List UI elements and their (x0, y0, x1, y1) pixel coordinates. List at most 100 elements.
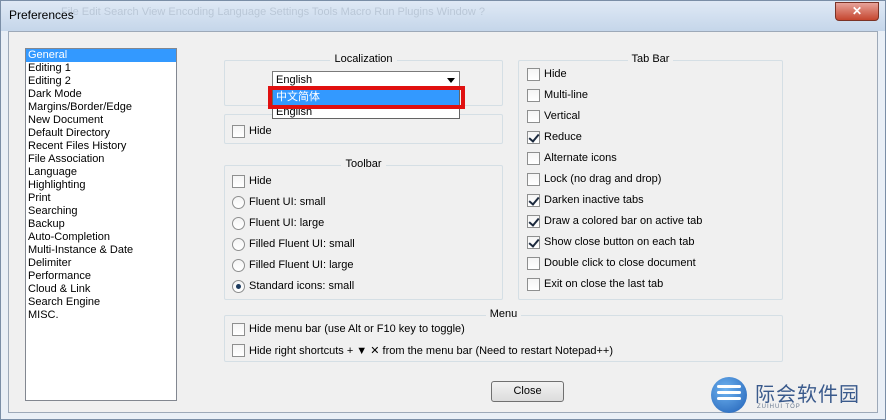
statusbar-hide-label: Hide (249, 125, 272, 137)
background-menu-ghost: File Edit Search View Encoding Language … (61, 6, 485, 18)
watermark: 际会软件园 ZUIHUI TOP (711, 377, 881, 417)
toolbar-hide-checkbox[interactable]: Hide (232, 174, 272, 188)
hide-menu-bar-checkbox[interactable]: Hide menu bar (use Alt or F10 key to tog… (232, 322, 465, 336)
category-item[interactable]: Dark Mode (26, 88, 176, 101)
toolbar-icon-radio[interactable]: Filled Fluent UI: large (232, 258, 354, 272)
tabbar-option-checkbox[interactable]: Hide (527, 67, 567, 81)
checkbox-box[interactable] (527, 151, 540, 165)
radio-button[interactable] (232, 237, 245, 251)
toolbar-title: Toolbar (341, 158, 386, 170)
checkbox-box[interactable] (527, 235, 540, 249)
category-item[interactable]: Recent Files History (26, 140, 176, 153)
category-item[interactable]: Multi-Instance & Date (26, 244, 176, 257)
toolbar-option-label: Filled Fluent UI: small (249, 238, 355, 250)
toolbar-icon-radio[interactable]: Fluent UI: small (232, 195, 325, 209)
toolbar-option-label: Standard icons: small (249, 280, 355, 292)
hide-shortcuts-label: Hide right shortcuts + ▼ ✕ from the menu… (249, 344, 614, 357)
radio-button[interactable] (232, 216, 245, 230)
hide-shortcuts-checkbox[interactable]: Hide right shortcuts + ▼ ✕ from the menu… (232, 343, 613, 357)
category-item[interactable]: Print (26, 192, 176, 205)
checkbox-box[interactable] (527, 130, 540, 144)
toolbar-option-label: Fluent UI: small (249, 196, 326, 208)
watermark-subtext: ZUIHUI TOP (757, 404, 801, 410)
toolbar-icon-radio[interactable]: Standard icons: small (232, 279, 354, 293)
checkbox-box[interactable] (232, 174, 245, 188)
tabbar-option-checkbox[interactable]: Multi-line (527, 88, 588, 102)
category-item[interactable]: Margins/Border/Edge (26, 101, 176, 114)
category-item[interactable]: Highlighting (26, 179, 176, 192)
tabbar-option-label: Exit on close the last tab (544, 278, 664, 290)
language-select-value: English (276, 74, 313, 86)
checkbox-box[interactable] (527, 277, 540, 291)
category-list[interactable]: General Editing 1 Editing 2 Dark Mode Margin… (25, 48, 177, 401)
statusbar-hide-checkbox[interactable]: Hide (232, 124, 272, 138)
category-item[interactable]: Delimiter (26, 257, 176, 270)
category-item[interactable]: Performance (26, 270, 176, 283)
tabbar-title: Tab Bar (627, 53, 674, 65)
tabbar-option-checkbox[interactable]: Vertical (527, 109, 580, 123)
toolbar-option-label: Fluent UI: large (249, 217, 325, 229)
category-item[interactable]: Language (26, 166, 176, 179)
window-close-button[interactable]: ✕ (835, 2, 879, 21)
highlight-annotation-box (268, 86, 465, 109)
preferences-window: File Edit Search View Encoding Language … (0, 0, 886, 420)
hide-menu-bar-label: Hide menu bar (use Alt or F10 key to tog… (249, 323, 465, 335)
tabbar-option-checkbox[interactable]: Lock (no drag and drop) (527, 172, 661, 186)
tabbar-group: Tab Bar Hide Multi-line Vertical Reduce Alte… (518, 53, 783, 300)
tabbar-option-checkbox[interactable]: Darken inactive tabs (527, 193, 644, 207)
tabbar-option-checkbox[interactable]: Alternate icons (527, 151, 617, 165)
tabbar-option-checkbox[interactable]: Draw a colored bar on active tab (527, 214, 702, 228)
tabbar-option-label: Double click to close document (544, 257, 696, 269)
toolbar-option-label: Filled Fluent UI: large (249, 259, 354, 271)
tabbar-option-checkbox[interactable]: Exit on close the last tab (527, 277, 663, 291)
tabbar-option-label: Vertical (544, 110, 581, 122)
toolbar-hide-label: Hide (249, 175, 272, 187)
checkbox-box[interactable] (527, 256, 540, 270)
radio-button[interactable] (232, 279, 245, 293)
category-item[interactable]: New Document (26, 114, 176, 127)
checkbox-box[interactable] (527, 109, 540, 123)
checkbox-box[interactable] (527, 88, 540, 102)
menu-group: Menu Hide menu bar (use Alt or F10 key t… (224, 308, 783, 362)
toolbar-group: Toolbar Hide Fluent UI: small Fluent UI: … (224, 158, 503, 300)
tabbar-option-label: Reduce (544, 131, 582, 143)
close-button[interactable]: Close (491, 381, 564, 402)
toolbar-icon-radio[interactable]: Filled Fluent UI: small (232, 237, 355, 251)
tabbar-option-checkbox[interactable]: Show close button on each tab (527, 235, 694, 249)
category-item[interactable]: General (26, 49, 176, 62)
tabbar-option-checkbox[interactable]: Reduce (527, 130, 582, 144)
category-item[interactable]: MISC. (26, 309, 176, 322)
tabbar-option-label: Lock (no drag and drop) (544, 173, 662, 185)
checkbox-box[interactable] (232, 343, 245, 357)
tabbar-option-label: Alternate icons (544, 152, 617, 164)
chevron-down-icon[interactable] (447, 78, 455, 83)
checkbox-box[interactable] (527, 214, 540, 228)
radio-button[interactable] (232, 258, 245, 272)
checkbox-box[interactable] (527, 172, 540, 186)
radio-button[interactable] (232, 195, 245, 209)
tabbar-option-label: Multi-line (544, 89, 589, 101)
title-bar: File Edit Search View Encoding Language … (1, 1, 885, 31)
localization-title: Localization (330, 53, 397, 65)
dialog-client: General Editing 1 Editing 2 Dark Mode Margin… (8, 31, 878, 413)
category-item[interactable]: Editing 2 (26, 75, 176, 88)
category-item[interactable]: Editing 1 (26, 62, 176, 75)
window-title: Preferences (9, 8, 74, 22)
watermark-logo-icon (711, 377, 747, 413)
checkbox-box[interactable] (232, 322, 245, 336)
category-item[interactable]: Cloud & Link (26, 283, 176, 296)
toolbar-icon-radio[interactable]: Fluent UI: large (232, 216, 324, 230)
category-item[interactable]: Default Directory (26, 127, 176, 140)
tabbar-option-checkbox[interactable]: Double click to close document (527, 256, 696, 270)
checkbox-box[interactable] (527, 67, 540, 81)
tabbar-option-label: Show close button on each tab (544, 236, 695, 248)
tabbar-option-label: Darken inactive tabs (544, 194, 644, 206)
category-item[interactable]: Searching (26, 205, 176, 218)
checkbox-box[interactable] (527, 193, 540, 207)
category-item[interactable]: Search Engine (26, 296, 176, 309)
category-item[interactable]: Auto-Completion (26, 231, 176, 244)
tabbar-option-label: Hide (544, 68, 567, 80)
category-item[interactable]: File Association (26, 153, 176, 166)
category-item[interactable]: Backup (26, 218, 176, 231)
checkbox-box[interactable] (232, 124, 245, 138)
